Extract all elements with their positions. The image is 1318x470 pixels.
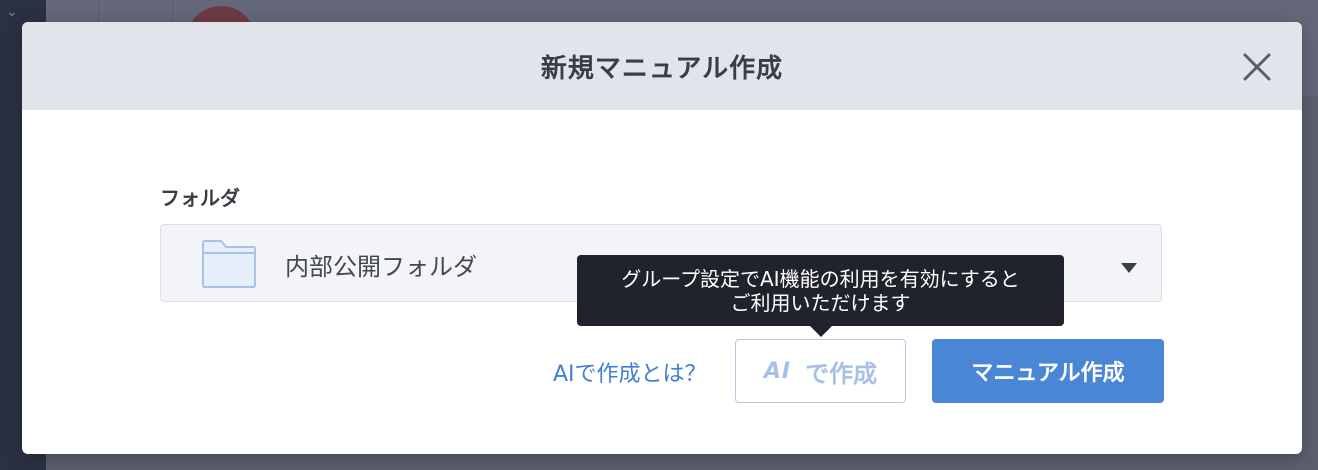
create-manual-button-label: マニュアル作成 [971, 361, 1125, 386]
create-manual-button[interactable]: マニュアル作成 [932, 339, 1164, 403]
chevron-down-icon: ⌄ [6, 4, 18, 20]
new-manual-dialog: 新規マニュアル作成 フォルダ 内部公開フォルダ グループ設定でAI機能の利用を有… [22, 22, 1302, 454]
ai-icon: AI [763, 358, 792, 384]
ai-button-label: で作成 [805, 359, 878, 388]
folder-field-label: フォルダ [160, 186, 240, 210]
caret-down-icon [1121, 258, 1137, 277]
folder-icon [201, 239, 257, 293]
tooltip-line: グループ設定でAI機能の利用を有効にすると [621, 267, 1020, 291]
tooltip-line: ご利用いただけます [730, 291, 911, 315]
ai-help-link[interactable]: AIで作成とは？ [553, 356, 707, 388]
tooltip-arrow [809, 325, 833, 337]
dialog-title: 新規マニュアル作成 [540, 53, 784, 84]
close-icon[interactable] [1242, 52, 1272, 82]
create-with-ai-button[interactable]: AI で作成 [735, 339, 906, 403]
folder-select-value: 内部公開フォルダ [285, 253, 477, 281]
dialog-header: 新規マニュアル作成 [22, 22, 1302, 110]
ai-disabled-tooltip: グループ設定でAI機能の利用を有効にすると ご利用いただけます [577, 255, 1064, 326]
